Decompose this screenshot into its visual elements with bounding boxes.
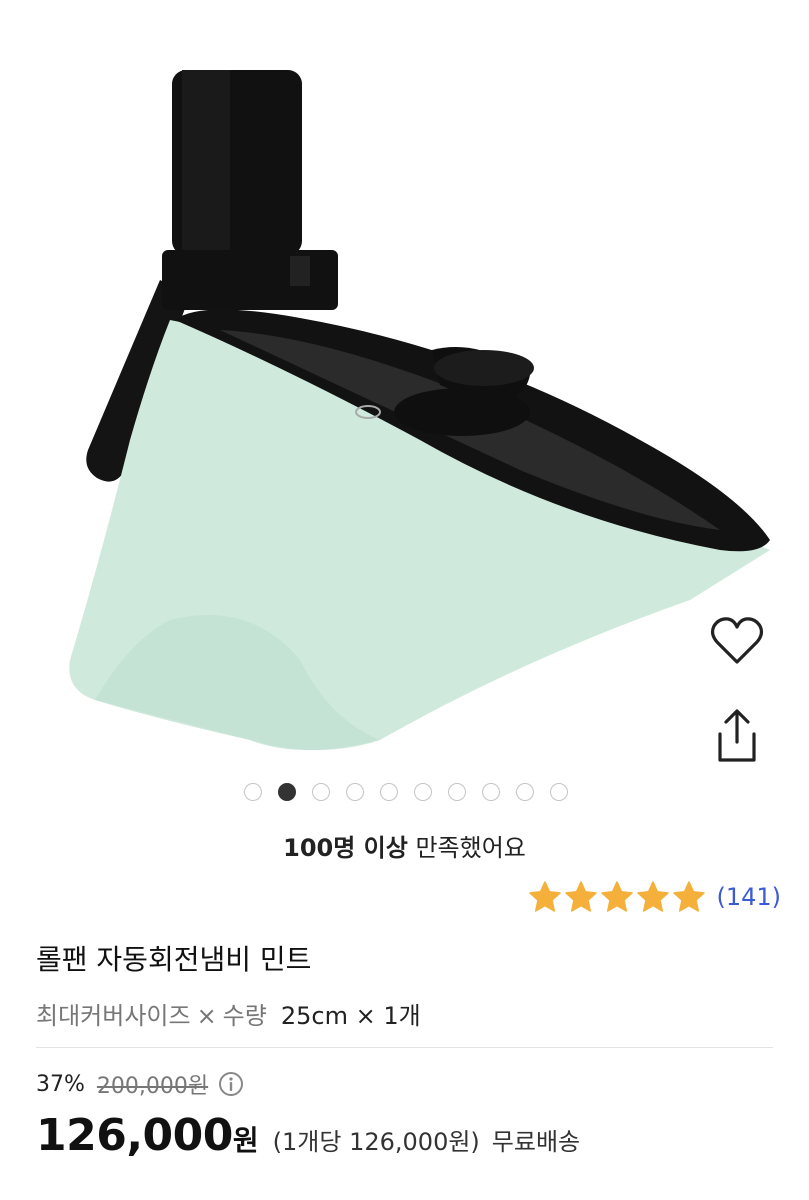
carousel-dot[interactable] — [448, 783, 466, 801]
carousel-indicator — [0, 783, 809, 801]
star-icon — [673, 881, 706, 912]
unit-price: (1개당 126,000원) — [272, 1128, 480, 1156]
rating-stars — [528, 880, 706, 914]
star-icon — [601, 881, 634, 912]
divider — [36, 1047, 773, 1048]
selected-option: 최대커버사이즈 × 수량 25cm × 1개 — [36, 996, 421, 1031]
info-icon[interactable] — [218, 1071, 244, 1097]
product-title: 롤팬 자동회전냄비 민트 — [36, 943, 312, 976]
carousel-dot[interactable] — [312, 783, 330, 801]
carousel-dot[interactable] — [244, 783, 262, 801]
carousel-dot[interactable] — [550, 783, 568, 801]
carousel-dot[interactable] — [482, 783, 500, 801]
star-icon — [637, 881, 670, 912]
option-qty-label: 수량 — [222, 1002, 267, 1030]
heart-icon — [710, 617, 764, 664]
wishlist-button[interactable] — [707, 611, 767, 671]
price-row: 126,000 원 (1개당 126,000원) 무료배송 — [36, 1110, 580, 1161]
option-name: 최대커버사이즈 — [36, 1002, 191, 1030]
sale-price: 126,000 — [36, 1110, 233, 1161]
carousel-dot[interactable] — [380, 783, 398, 801]
satisfaction-count: 100명 이상 — [283, 834, 408, 862]
satisfaction-label: 만족했어요 — [415, 834, 526, 862]
review-count-link[interactable]: (141) — [716, 883, 781, 911]
shipping-info: 무료배송 — [491, 1128, 581, 1156]
carousel-dot[interactable] — [516, 783, 534, 801]
share-icon — [718, 709, 756, 762]
sale-price-unit: 원 — [232, 1124, 259, 1157]
product-image[interactable] — [0, 0, 809, 775]
star-icon — [565, 881, 598, 912]
star-icon — [529, 881, 562, 912]
carousel-dot[interactable] — [278, 783, 296, 801]
rating[interactable]: (141) — [528, 880, 781, 914]
carousel-dot[interactable] — [346, 783, 364, 801]
satisfaction-text: 100명 이상 만족했어요 — [0, 828, 809, 863]
option-times: × — [196, 1002, 217, 1030]
discount-percent: 37% — [36, 1071, 85, 1097]
discount-row: 37% 200,000원 — [36, 1068, 244, 1100]
option-value: 25cm × 1개 — [280, 1002, 421, 1030]
carousel-dot[interactable] — [414, 783, 432, 801]
original-price: 200,000원 — [96, 1074, 209, 1099]
share-button[interactable] — [707, 707, 767, 767]
